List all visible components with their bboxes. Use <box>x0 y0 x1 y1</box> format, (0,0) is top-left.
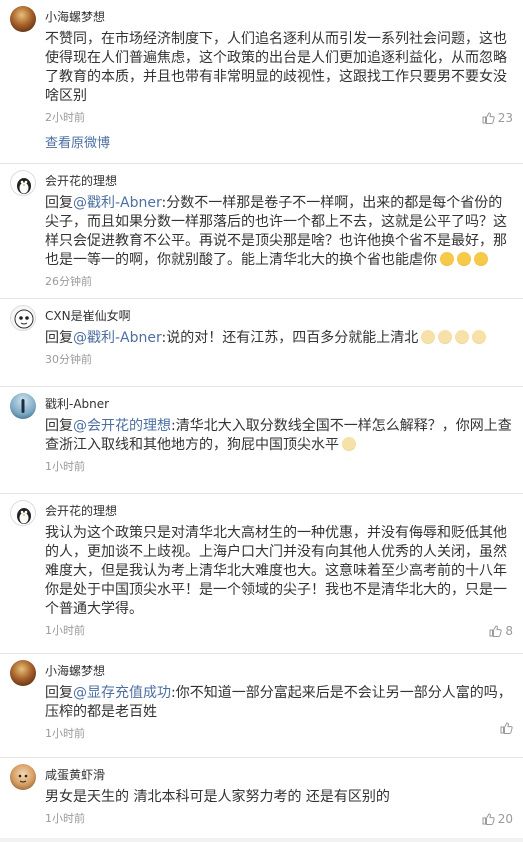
comment-username[interactable]: 小海螺梦想 <box>45 6 513 28</box>
cat-face-emoji-icon <box>472 330 487 344</box>
comment-time: 1小时前 <box>45 812 85 825</box>
comment-meta: 30分钟前 <box>45 348 513 372</box>
comment-feed: 小海螺梦想 不赞同，在市场经济制度下，人们追名逐利从而引发一系列社会问题，这也使… <box>0 0 523 838</box>
cartoon-avatar-icon <box>18 774 28 783</box>
sweat-smile-emoji-icon <box>457 252 471 266</box>
reply-mention-link[interactable]: @显存充值成功 <box>73 685 171 701</box>
comment-item: 小海螺梦想 回复@显存充值成功:你不知道一部分富起来后是不会让另一部分人富的吗，… <box>0 654 523 758</box>
comment-item: 会开花的理想 回复@戳利-Abner:分数不一样那是卷子不一样啊，出来的都是每个… <box>0 164 523 299</box>
reply-prefix: 回复 <box>45 685 73 701</box>
comment-item: CXN是崔仙女啊 回复@戳利-Abner:说的对！还有江苏，四百多分就能上清北 … <box>0 299 523 387</box>
comment-item: 咸蛋黄虾滑 男女是天生的 清北本科可是人家努力考的 还是有区别的 1小时前 20 <box>0 758 523 838</box>
reply-mention-link[interactable]: @会开花的理想 <box>73 418 171 434</box>
comment-meta: 1小时前 <box>45 722 513 746</box>
comment-time: 1小时前 <box>45 727 85 740</box>
reply-mention-link[interactable]: @戳利-Abner <box>73 195 162 211</box>
penguin-avatar-icon <box>17 508 31 524</box>
avatar[interactable] <box>10 660 36 686</box>
reply-prefix: 回复 <box>45 195 73 211</box>
comment-time: 1小时前 <box>45 460 85 473</box>
thumbs-up-icon <box>489 625 503 637</box>
comment-username[interactable]: 会开花的理想 <box>45 500 513 522</box>
like-button[interactable]: 23 <box>482 106 513 130</box>
avatar[interactable] <box>10 393 36 419</box>
penguin-avatar-icon <box>17 178 31 194</box>
cartoon-avatar-icon <box>14 309 34 329</box>
comment-username[interactable]: CXN是崔仙女啊 <box>45 305 513 327</box>
avatar[interactable] <box>10 305 36 331</box>
comment-username[interactable]: 小海螺梦想 <box>45 660 513 682</box>
cat-face-emoji-icon <box>455 330 470 344</box>
like-count: 23 <box>497 111 513 125</box>
sweat-smile-emoji-icon <box>440 252 454 266</box>
comment-time: 30分钟前 <box>45 353 92 366</box>
comment-username[interactable]: 戳利-Abner <box>45 393 513 415</box>
like-count: 8 <box>505 624 513 638</box>
reply-body: :说的对！还有江苏，四百多分就能上清北 <box>161 330 419 346</box>
sweat-smile-emoji-icon <box>474 252 488 266</box>
avatar[interactable] <box>10 6 36 32</box>
comment-text: 不赞同，在市场经济制度下，人们追名逐利从而引发一系列社会问题，这也使得现在人们普… <box>45 31 507 104</box>
reply-prefix: 回复 <box>45 330 73 346</box>
reply-mention-link[interactable]: @戳利-Abner <box>73 330 162 346</box>
comment-meta: 1小时前 20 <box>45 807 513 831</box>
comment-meta: 2小时前 23 <box>45 106 513 130</box>
comment-text: 男女是天生的 清北本科可是人家努力考的 还是有区别的 <box>45 789 390 805</box>
like-count: 20 <box>497 812 513 826</box>
comment-username[interactable]: 咸蛋黄虾滑 <box>45 764 513 786</box>
comment-text: 回复@显存充值成功:你不知道一部分富起来后是不会让另一部分人富的吗，压榨的都是老… <box>45 684 513 722</box>
comment-time: 26分钟前 <box>45 275 92 288</box>
comment-meta: 1小时前 8 <box>45 619 513 643</box>
view-original-link[interactable]: 查看原微博 <box>45 130 513 158</box>
like-button[interactable]: 20 <box>482 807 513 831</box>
thumbs-up-icon <box>500 722 513 734</box>
person-avatar-icon <box>21 399 25 413</box>
comment-username[interactable]: 会开花的理想 <box>45 170 513 192</box>
avatar[interactable] <box>10 764 36 790</box>
cat-face-emoji-icon <box>438 330 453 344</box>
reply-prefix: 回复 <box>45 418 73 434</box>
comment-text: 回复@戳利-Abner:说的对！还有江苏，四百多分就能上清北 <box>45 329 513 348</box>
thumbs-up-icon <box>482 813 495 825</box>
avatar[interactable] <box>10 500 36 526</box>
like-button[interactable]: 8 <box>489 619 513 643</box>
avatar[interactable] <box>10 170 36 196</box>
comment-meta: 26分钟前 <box>45 270 513 294</box>
comment-time: 2小时前 <box>45 111 85 124</box>
comment-item: 小海螺梦想 不赞同，在市场经济制度下，人们追名逐利从而引发一系列社会问题，这也使… <box>0 0 523 164</box>
thumbs-up-icon <box>482 112 495 124</box>
comment-time: 1小时前 <box>45 624 85 637</box>
comment-text: 回复@会开花的理想:清华北大入取分数线全国不一样怎么解释？，你网上查查浙江入取线… <box>45 417 513 455</box>
comment-meta: 1小时前 <box>45 455 513 479</box>
comment-item: 会开花的理想 我认为这个政策只是对清华北大高材生的一种优惠，并没有侮辱和贬低其他… <box>0 494 523 654</box>
cat-face-emoji-icon <box>421 330 436 344</box>
cat-face-emoji-icon <box>342 437 356 451</box>
comment-text: 我认为这个政策只是对清华北大高材生的一种优惠，并没有侮辱和贬低其他的人，更加谈不… <box>45 525 507 617</box>
like-button[interactable] <box>500 722 513 734</box>
comment-item: 戳利-Abner 回复@会开花的理想:清华北大入取分数线全国不一样怎么解释？，你… <box>0 387 523 494</box>
comment-text: 回复@戳利-Abner:分数不一样那是卷子不一样啊，出来的都是每个省份的尖子，而… <box>45 194 513 270</box>
